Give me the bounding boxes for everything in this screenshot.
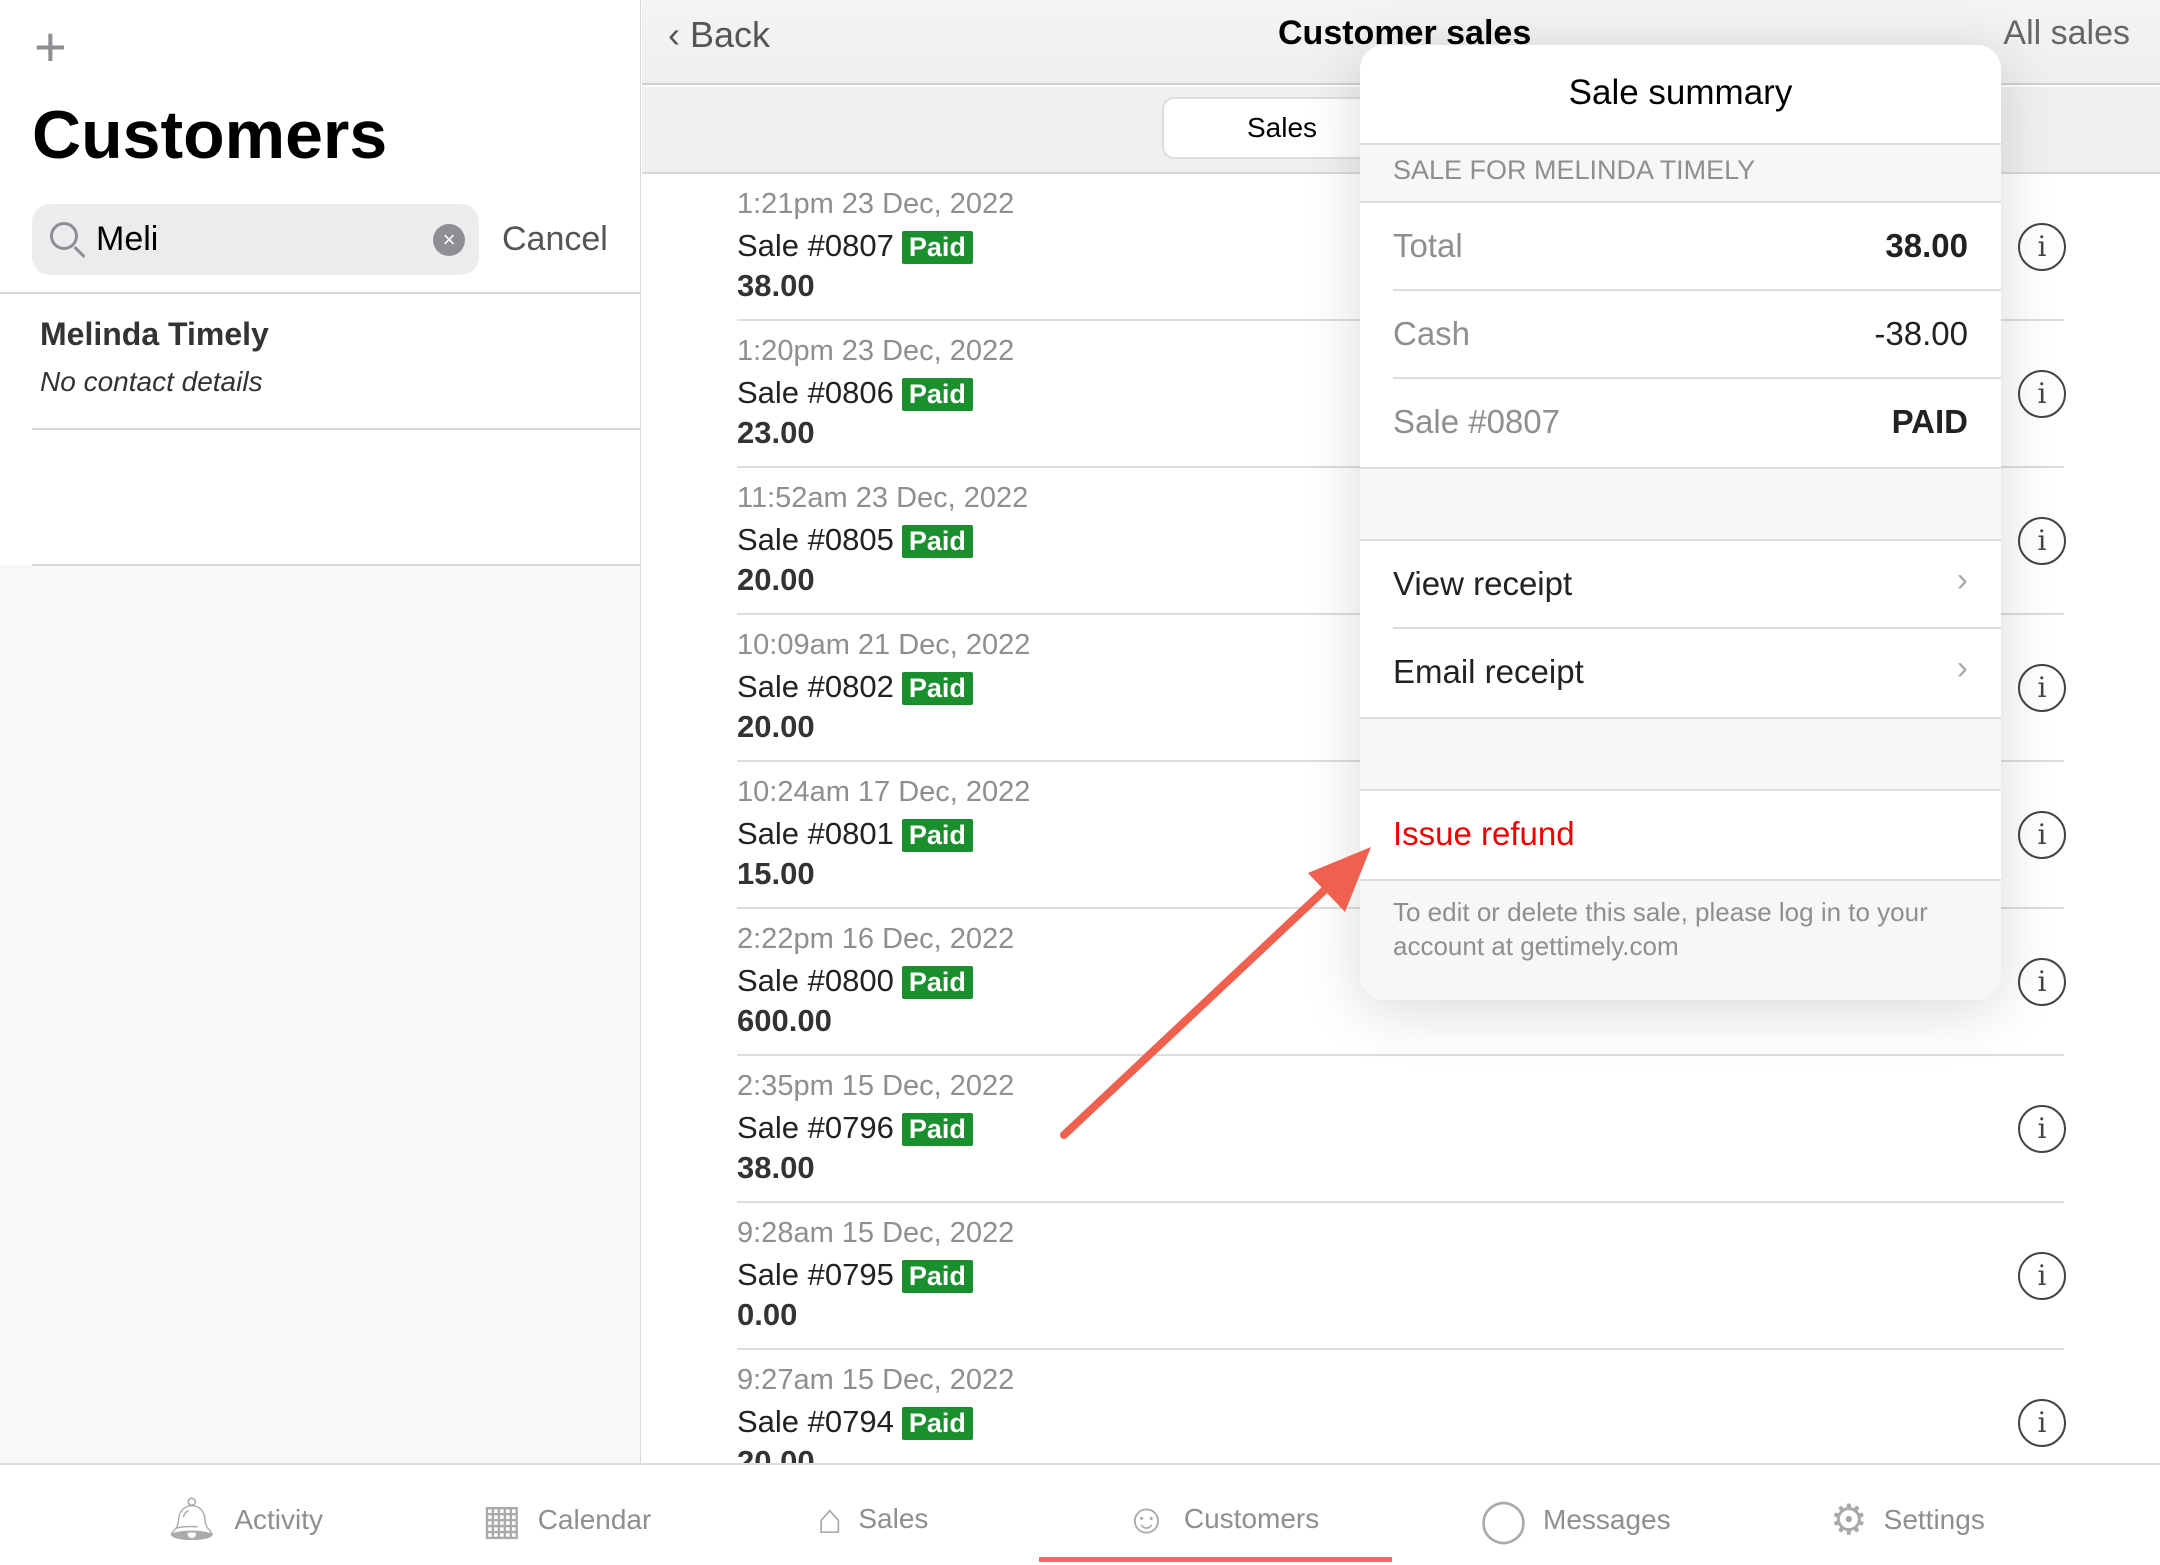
tag-icon: ⌂ bbox=[817, 1495, 843, 1542]
active-tab-indicator bbox=[1039, 1557, 1392, 1562]
tab-label: Customers bbox=[1183, 1503, 1320, 1534]
tab-customers[interactable]: ☺ Customers bbox=[1125, 1495, 1319, 1543]
tab-messages[interactable]: ◯ Messages bbox=[1480, 1495, 1671, 1544]
person-icon: ☺ bbox=[1125, 1495, 1168, 1542]
tab-bar: 🔔︎ Activity ▦ Calendar ⌂ Sales ☺ Customers ◯ Mess… bbox=[0, 1463, 2160, 1565]
annotation-arrow bbox=[1060, 847, 1371, 1139]
tab-calendar[interactable]: ▦ Calendar bbox=[482, 1495, 651, 1544]
tab-activity[interactable]: 🔔︎ Activity bbox=[165, 1495, 323, 1544]
calendar-icon: ▦ bbox=[482, 1496, 522, 1543]
tab-sales[interactable]: ⌂ Sales bbox=[817, 1495, 928, 1543]
tab-label: Calendar bbox=[537, 1503, 652, 1535]
tab-settings[interactable]: ⚙ Settings bbox=[1830, 1495, 1985, 1544]
tab-label: Messages bbox=[1543, 1503, 1671, 1535]
tab-label: Settings bbox=[1883, 1503, 1985, 1535]
tab-label: Activity bbox=[234, 1503, 324, 1535]
gear-icon: ⚙ bbox=[1830, 1496, 1868, 1543]
bell-icon: 🔔︎ bbox=[165, 1495, 219, 1542]
chat-icon: ◯ bbox=[1480, 1496, 1528, 1543]
tab-label: Sales bbox=[858, 1503, 929, 1534]
